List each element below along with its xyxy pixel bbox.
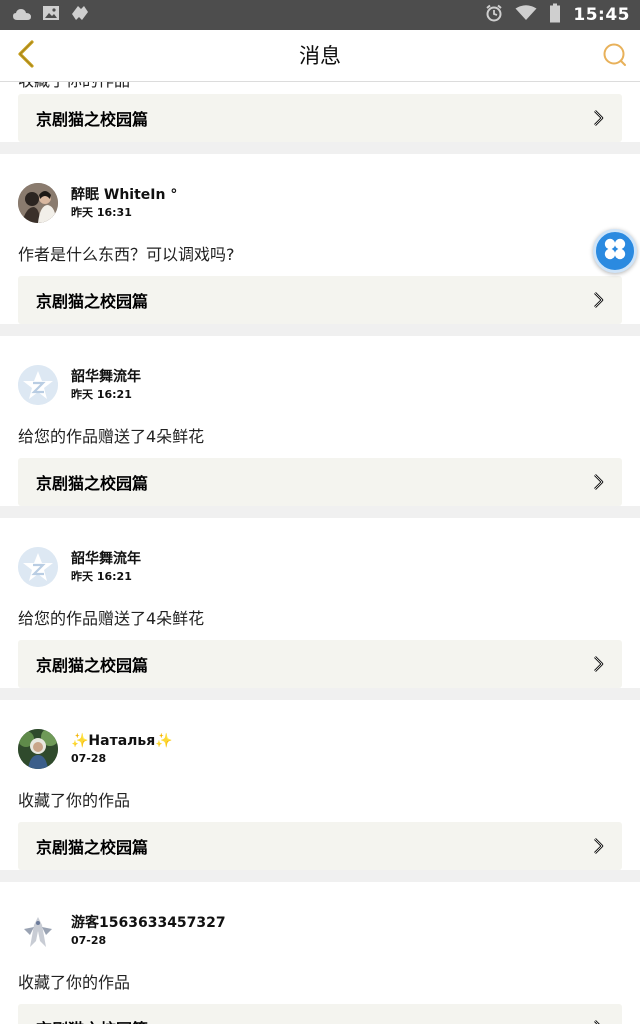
status-bar: 15:45 <box>0 0 640 30</box>
default-avatar-star-icon[interactable] <box>18 547 58 587</box>
work-title: 京剧猫之校园篇 <box>36 110 149 129</box>
timestamp: 昨天 16:21 <box>71 387 132 401</box>
chevron-right-icon <box>592 655 604 673</box>
work-title: 京剧猫之校园篇 <box>36 474 149 493</box>
message-text: 收藏了你的作品 <box>18 973 131 992</box>
avatar[interactable] <box>18 911 58 951</box>
cloud-icon <box>12 6 32 25</box>
message-card: 韶华舞流年 昨天 16:21 给您的作品赠送了4朵鲜花 京剧猫之校园篇 <box>0 518 640 688</box>
floating-menu-button[interactable] <box>593 229 637 273</box>
work-link[interactable]: 京剧猫之校园篇 <box>18 94 622 142</box>
message-text: 作者是什么东西？可以调戏吗? <box>18 245 235 264</box>
work-title: 京剧猫之校园篇 <box>36 656 149 675</box>
work-link[interactable]: 京剧猫之校园篇 <box>18 1004 622 1024</box>
message-text: 收藏了你的作品 <box>18 791 131 810</box>
clover-menu-icon <box>602 236 628 266</box>
work-link[interactable]: 京剧猫之校园篇 <box>18 458 622 506</box>
message-card: 韶华舞流年 昨天 16:21 给您的作品赠送了4朵鲜花 京剧猫之校园篇 <box>0 336 640 506</box>
puzzle-icon <box>70 4 90 26</box>
search-icon <box>602 42 628 72</box>
work-link[interactable]: 京剧猫之校园篇 <box>18 640 622 688</box>
avatar[interactable] <box>18 729 58 769</box>
timestamp: 07-28 <box>71 933 107 947</box>
chevron-right-icon <box>592 1019 604 1024</box>
message-feed[interactable]: 收藏了你的作品 京剧猫之校园篇 醉眠 WhiteIn ° 昨天 16:31 作者… <box>0 82 640 1024</box>
message-card: 醉眠 WhiteIn ° 昨天 16:31 作者是什么东西？可以调戏吗? 京剧猫… <box>0 154 640 324</box>
username[interactable]: ✨Наталья✨ <box>71 732 173 750</box>
username[interactable]: 韶华舞流年 <box>71 368 141 386</box>
work-title: 京剧猫之校园篇 <box>36 1016 148 1024</box>
wifi-icon <box>515 5 537 25</box>
message-text: 给您的作品赠送了4朵鲜花 <box>18 427 205 446</box>
work-link[interactable]: 京剧猫之校园篇 <box>18 822 622 870</box>
work-title: 京剧猫之校园篇 <box>36 838 149 857</box>
username-suffix: ° <box>170 186 178 203</box>
message-text: 给您的作品赠送了4朵鲜花 <box>18 609 205 628</box>
avatar[interactable] <box>18 183 58 223</box>
username[interactable]: 游客1563633457327 <box>71 914 226 932</box>
chevron-right-icon <box>592 291 604 309</box>
work-title: 京剧猫之校园篇 <box>36 292 149 311</box>
default-avatar-star-icon[interactable] <box>18 365 58 405</box>
username[interactable]: 韶华舞流年 <box>71 550 141 568</box>
app-header: 消息 <box>0 30 640 82</box>
search-button[interactable] <box>600 42 630 72</box>
timestamp: 昨天 16:21 <box>71 569 132 583</box>
clock-time: 15:45 <box>573 5 630 25</box>
image-icon <box>42 5 60 25</box>
chevron-right-icon <box>592 473 604 491</box>
timestamp: 昨天 16:31 <box>71 205 132 219</box>
chevron-right-icon <box>592 109 604 127</box>
message-card: 游客1563633457327 07-28 收藏了你的作品 京剧猫之校园篇 <box>0 882 640 1024</box>
chevron-right-icon <box>592 837 604 855</box>
page-title: 消息 <box>299 44 341 68</box>
work-link[interactable]: 京剧猫之校园篇 <box>18 276 622 324</box>
alarm-icon <box>485 4 503 26</box>
message-text: 收藏了你的作品 <box>18 82 622 94</box>
message-card-partial: 收藏了你的作品 京剧猫之校园篇 <box>0 82 640 142</box>
battery-icon <box>549 3 561 27</box>
username[interactable]: 醉眠 WhiteIn ° <box>71 186 177 204</box>
timestamp: 07-28 <box>71 751 107 765</box>
message-card: ✨Наталья✨ 07-28 收藏了你的作品 京剧猫之校园篇 <box>0 700 640 870</box>
